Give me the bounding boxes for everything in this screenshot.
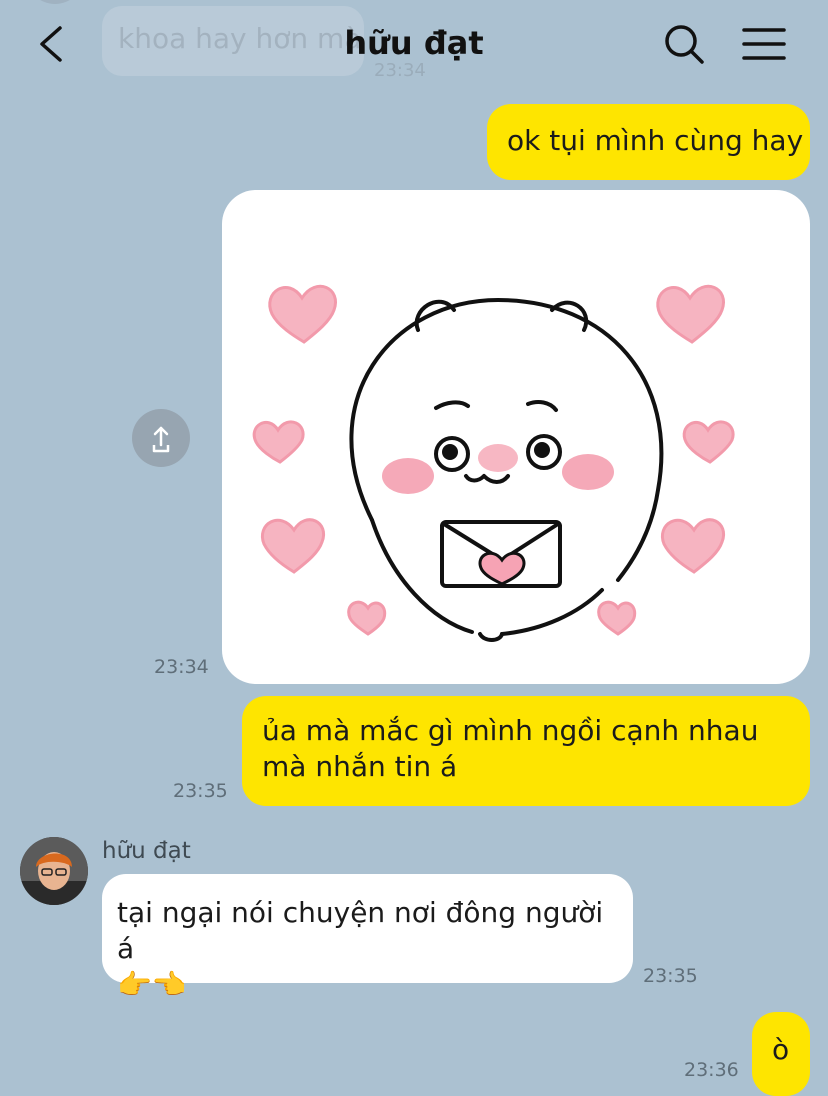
previous-message-time: 23:34: [374, 60, 426, 81]
previous-avatar: [26, 0, 84, 4]
message-bubble-me[interactable]: ủa mà mắc gì mình ngồi cạnh nhau mà nhắn…: [242, 696, 810, 806]
avatar[interactable]: [20, 837, 88, 905]
message-emoji: 👉👈: [117, 968, 187, 1001]
search-button[interactable]: [660, 20, 708, 68]
menu-button[interactable]: [740, 22, 788, 66]
chat-header: khoa hay hơn mà 23:34 hữu đạt: [0, 0, 828, 88]
message-time: 23:36: [684, 1059, 739, 1081]
message-time: 23:35: [643, 965, 698, 987]
message-bubble-me[interactable]: ò: [752, 1012, 810, 1096]
message-text: tại ngại nói chuyện nơi đông người á: [117, 896, 604, 965]
message-bubble-me[interactable]: ok tụi mình cùng hay: [487, 104, 810, 180]
profile-photo: [20, 837, 88, 905]
message-bubble-other[interactable]: tại ngại nói chuyện nơi đông người á 👉👈: [102, 874, 633, 1001]
message-text: ò: [772, 1033, 790, 1066]
message-time: 23:35: [173, 780, 228, 802]
message-time: 23:34: [154, 656, 209, 678]
sticker-message[interactable]: [222, 190, 810, 684]
share-button[interactable]: [132, 409, 190, 467]
hamburger-menu-icon: [742, 28, 786, 60]
sender-name: hữu đạt: [102, 838, 191, 864]
search-icon: [665, 25, 704, 64]
message-text: ok tụi mình cùng hay: [507, 124, 804, 157]
share-icon: [152, 426, 170, 453]
bear-with-heart-letter-sticker: [252, 284, 735, 642]
message-text: ủa mà mắc gì mình ngồi cạnh nhau mà nhắn…: [262, 714, 759, 783]
